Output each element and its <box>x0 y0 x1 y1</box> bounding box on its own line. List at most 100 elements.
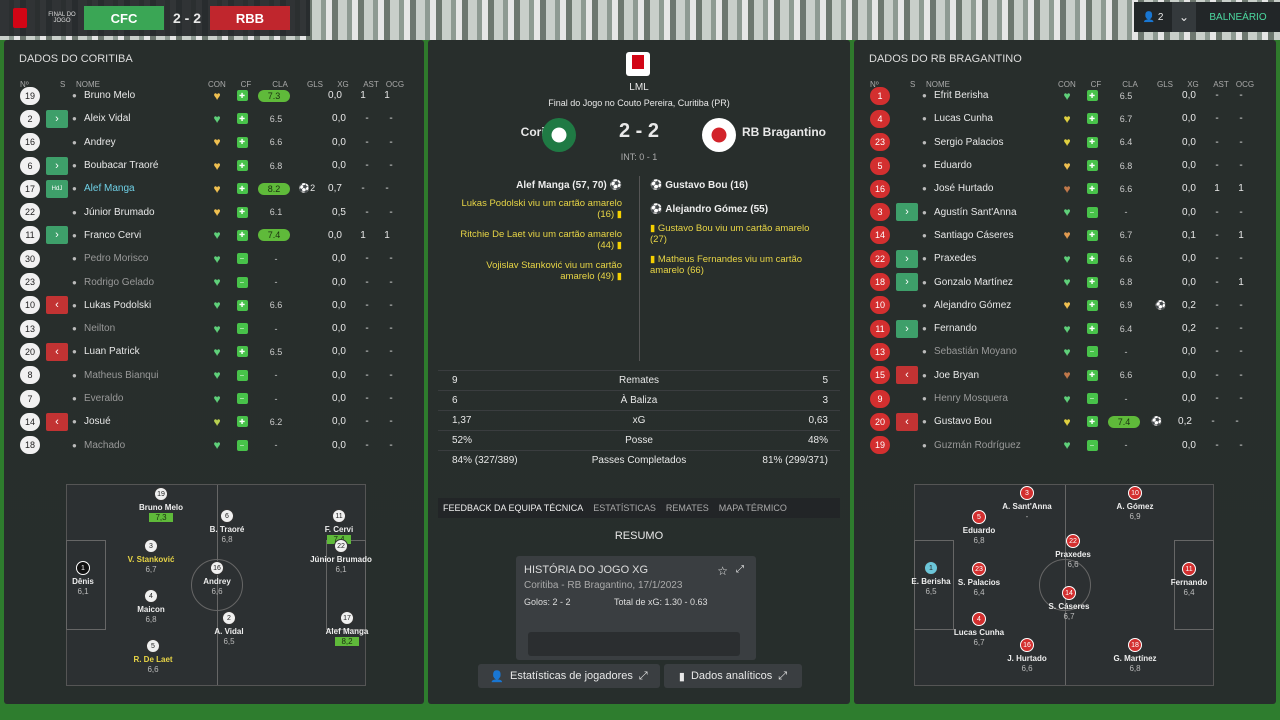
player-name[interactable]: Machado <box>84 440 204 451</box>
player-row[interactable]: 17 HdJ ● Alef Manga ♥ ✚ 8.2 ⚽2 0,7 - - <box>4 177 424 200</box>
player-row[interactable]: 10 ‹ ● Lukas Podolski ♥ ✚ 6.6 0,0 - - <box>4 294 424 317</box>
player-name[interactable]: Luan Patrick <box>84 346 204 357</box>
player-name[interactable]: Aleix Vidal <box>84 113 204 124</box>
player-name[interactable]: Guzmán Rodríguez <box>934 440 1054 451</box>
player-name[interactable]: Henry Mosquera <box>934 393 1054 404</box>
player-row[interactable]: 11 › ● Franco Cervi ♥ ✚ 7.4 0,0 1 1 <box>4 224 424 247</box>
substitution-icon: ‹ <box>46 342 68 361</box>
xg-cell: 0,0 <box>1182 136 1196 148</box>
star-icon[interactable]: ☆ <box>717 564 728 578</box>
player-row[interactable]: 18 ● Machado ♥ – - 0,0 - - <box>4 433 424 456</box>
player-row[interactable]: 16 ● Andrey ♥ ✚ 6.6 0,0 - - <box>4 131 424 154</box>
tab-shots[interactable]: REMATES <box>661 503 714 513</box>
home-goal-event: Alef Manga (57, 70) ⚽ <box>516 180 622 191</box>
formation-player[interactable]: 16 J. Hurtado 6,6 <box>987 637 1067 673</box>
expand-icon[interactable]: ⤢ <box>736 564 744 575</box>
player-name[interactable]: Boubacar Traoré <box>84 160 204 171</box>
tab-heatmap[interactable]: MAPA TÉRMICO <box>714 503 792 513</box>
formation-player[interactable]: 2 A. Vidal 6,5 <box>189 611 269 646</box>
player-row[interactable]: 14 ● Santiago Cáseres ♥ ✚ 6.7 0,1 - 1 <box>854 224 1276 247</box>
player-name[interactable]: Fernando <box>934 323 1054 334</box>
player-row[interactable]: 2 › ● Aleix Vidal ♥ ✚ 6.5 0,0 - - <box>4 107 424 130</box>
player-row[interactable]: 8 ● Matheus Bianqui ♥ – - 0,0 - - <box>4 364 424 387</box>
player-row[interactable]: 9 ● Henry Mosquera ♥ – - 0,0 - - <box>854 387 1276 410</box>
player-name[interactable]: Alejandro Gómez <box>934 300 1054 311</box>
formation-player[interactable]: 18 G. Martínez 6,8 <box>1095 637 1175 673</box>
formation-player[interactable]: 22 Júnior Brumado 6,1 <box>301 539 381 574</box>
player-row[interactable]: 6 › ● Boubacar Traoré ♥ ✚ 6.8 0,0 - - <box>4 154 424 177</box>
tab-feedback[interactable]: FEEDBACK DA EQUIPA TÉCNICA <box>438 503 588 513</box>
analytics-button[interactable]: ▮ Dados analíticos ⤢ <box>664 664 802 688</box>
player-row[interactable]: 11 › ● Fernando ♥ ✚ 6.4 0,2 - - <box>854 317 1276 340</box>
player-name[interactable]: Lukas Podolski <box>84 300 204 311</box>
player-name[interactable]: Everaldo <box>84 393 204 404</box>
player-row[interactable]: 18 › ● Gonzalo Martínez ♥ ✚ 6.8 0,0 - 1 <box>854 270 1276 293</box>
player-name[interactable]: Neilton <box>84 323 204 334</box>
player-name[interactable]: Sergio Palacios <box>934 137 1054 148</box>
user-count[interactable]: 👤 2 <box>1134 12 1172 23</box>
player-name[interactable]: Joe Bryan <box>934 370 1054 381</box>
formation-player[interactable]: 11 Fernando 6,4 <box>1149 561 1229 597</box>
player-stats-button[interactable]: 👤 Estatísticas de jogadores ⤢ <box>478 664 660 688</box>
formation-player[interactable]: 22 Praxedes 6,6 <box>1033 533 1113 569</box>
player-name[interactable]: Alef Manga <box>84 183 204 194</box>
player-row[interactable]: 20 ‹ ● Luan Patrick ♥ ✚ 6.5 0,0 - - <box>4 340 424 363</box>
player-row[interactable]: 22 ● Júnior Brumado ♥ ✚ 6.1 0,5 - - <box>4 200 424 223</box>
player-row[interactable]: 15 ‹ ● Joe Bryan ♥ ✚ 6.6 0,0 - - <box>854 364 1276 387</box>
balneario-button[interactable]: BALNEÁRIO <box>1196 12 1280 23</box>
player-row[interactable]: 13 ● Neilton ♥ – - 0,0 - - <box>4 317 424 340</box>
player-row[interactable]: 10 ● Alejandro Gómez ♥ ✚ 6.9 ⚽ 0,2 - - <box>854 294 1276 317</box>
player-row[interactable]: 30 ● Pedro Morisco ♥ – - 0,0 - - <box>4 247 424 270</box>
col-cla: CLA <box>1122 79 1138 89</box>
player-name[interactable]: Santiago Cáseres <box>934 230 1054 241</box>
player-row[interactable]: 7 ● Everaldo ♥ – - 0,0 - - <box>4 387 424 410</box>
tab-statistics[interactable]: ESTATÍSTICAS <box>588 503 661 513</box>
formation-player[interactable]: 5 R. De Laet 6,6 <box>113 639 193 674</box>
player-name[interactable]: Matheus Bianqui <box>84 370 204 381</box>
player-row[interactable]: 23 ● Sergio Palacios ♥ ✚ 6.4 0,0 - - <box>854 131 1276 154</box>
chances-cell: - <box>385 183 389 195</box>
formation-shirt: 10 <box>1128 486 1142 500</box>
player-name[interactable]: Eduardo <box>934 160 1054 171</box>
player-row[interactable]: 23 ● Rodrigo Gelado ♥ – - 0,0 - - <box>4 270 424 293</box>
formation-player[interactable]: 23 S. Palacios 6,4 <box>939 561 1019 597</box>
shirt-number: 30 <box>20 249 40 268</box>
player-row[interactable]: 14 ‹ ● Josué ♥ ✚ 6.2 0,0 - - <box>4 410 424 433</box>
player-name[interactable]: Efrit Berisha <box>934 90 1054 101</box>
player-name[interactable]: Franco Cervi <box>84 230 204 241</box>
formation-name: V. Stanković <box>127 555 175 564</box>
player-name[interactable]: Lucas Cunha <box>934 113 1054 124</box>
player-row[interactable]: 20 ‹ ● Gustavo Bou ♥ ✚ 7.4 ⚽ 0,2 - - <box>854 410 1276 433</box>
shirt-number: 7 <box>20 389 40 408</box>
player-row[interactable]: 5 ● Eduardo ♥ ✚ 6.8 0,0 - - <box>854 154 1276 177</box>
player-row[interactable]: 3 › ● Agustín Sant'Anna ♥ – - 0,0 - - <box>854 200 1276 223</box>
player-name[interactable]: Rodrigo Gelado <box>84 277 204 288</box>
player-name[interactable]: Gonzalo Martínez <box>934 277 1054 288</box>
player-name[interactable]: Júnior Brumado <box>84 207 204 218</box>
formation-player[interactable]: 4 Maicon 6,8 <box>111 589 191 624</box>
player-row[interactable]: 13 ● Sebastián Moyano ♥ – - 0,0 - - <box>854 340 1276 363</box>
xg-story-card[interactable]: HISTÓRIA DO JOGO XG ☆ ⤢ Coritiba - RB Br… <box>516 556 756 660</box>
player-row[interactable]: 4 ● Lucas Cunha ♥ ✚ 6.7 0,0 - - <box>854 107 1276 130</box>
player-name[interactable]: Andrey <box>84 137 204 148</box>
formation-player[interactable]: 6 B. Traoré 6,8 <box>187 509 267 544</box>
chevron-down-icon[interactable]: ⌄ <box>1172 2 1196 32</box>
home-panel-title: DADOS DO CORITIBA <box>19 53 133 65</box>
player-name[interactable]: Gustavo Bou <box>934 416 1054 427</box>
player-name[interactable]: José Hurtado <box>934 183 1054 194</box>
formation-player[interactable]: 17 Alef Manga 8,2 <box>307 611 387 646</box>
player-row[interactable]: 22 › ● Praxedes ♥ ✚ 6.6 0,0 - - <box>854 247 1276 270</box>
formation-player[interactable]: 14 S. Cáseres 6,7 <box>1029 585 1109 621</box>
player-name[interactable]: Agustín Sant'Anna <box>934 207 1054 218</box>
player-name[interactable]: Sebastián Moyano <box>934 346 1054 357</box>
player-name[interactable]: Praxedes <box>934 253 1054 264</box>
formation-player[interactable]: 5 Eduardo 6,8 <box>939 509 1019 545</box>
player-name[interactable]: Bruno Melo <box>84 90 204 101</box>
player-row[interactable]: 16 ● José Hurtado ♥ ✚ 6.6 0,0 1 1 <box>854 177 1276 200</box>
player-row[interactable]: 19 ● Guzmán Rodríguez ♥ – - 0,0 - - <box>854 433 1276 456</box>
formation-player[interactable]: 10 A. Gómez 6,9 <box>1095 485 1175 521</box>
xg-cell: 0,0 <box>332 160 346 172</box>
player-name[interactable]: Pedro Morisco <box>84 253 204 264</box>
away-team-name[interactable]: RB Bragantino <box>742 125 826 139</box>
player-name[interactable]: Josué <box>84 416 204 427</box>
